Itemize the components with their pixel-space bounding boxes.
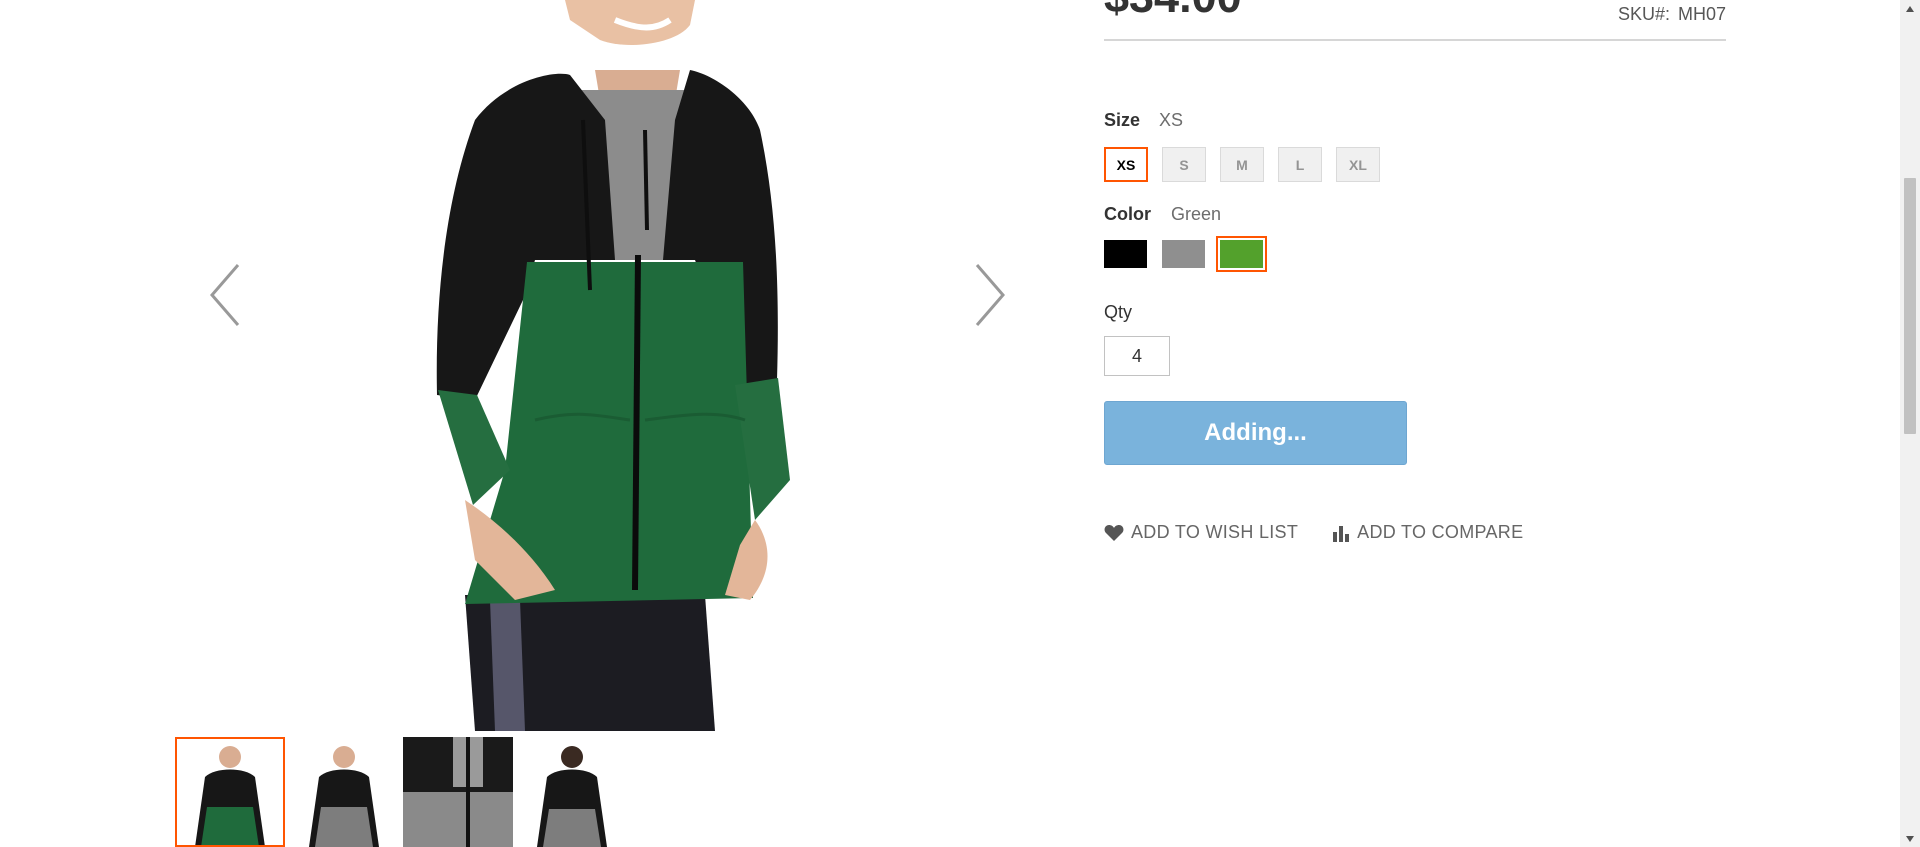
product-gallery xyxy=(175,0,1045,731)
size-option-m[interactable]: M xyxy=(1220,147,1264,182)
product-main-image[interactable] xyxy=(175,0,1045,731)
color-selected-value: Green xyxy=(1171,204,1222,224)
thumbnail-front-gray[interactable] xyxy=(289,737,399,847)
scroll-down-button[interactable] xyxy=(1900,830,1920,847)
sku-label: SKU#: xyxy=(1617,4,1670,24)
add-to-cart-button[interactable]: Adding... xyxy=(1104,401,1407,465)
scroll-up-button[interactable] xyxy=(1900,0,1920,17)
page-scrollbar[interactable] xyxy=(1900,0,1920,847)
thumbnail-back-gray[interactable] xyxy=(517,737,627,847)
add-to-compare-link[interactable]: ADD TO COMPARE xyxy=(1332,522,1523,543)
color-swatch-gray[interactable] xyxy=(1162,240,1205,268)
qty-label: Qty xyxy=(1104,302,1133,322)
chevron-left-icon xyxy=(210,264,240,326)
size-option-xl[interactable]: XL xyxy=(1336,147,1380,182)
caret-down-icon xyxy=(1906,835,1914,842)
caret-up-icon xyxy=(1906,5,1914,12)
qty-input[interactable] xyxy=(1104,336,1170,376)
heart-icon xyxy=(1104,524,1124,542)
size-option-s[interactable]: S xyxy=(1162,147,1206,182)
sku-value: MH07 xyxy=(1677,4,1726,24)
hoodie-photo xyxy=(436,0,790,731)
add-to-wishlist-link[interactable]: ADD TO WISH LIST xyxy=(1104,522,1298,543)
size-selected-value: XS xyxy=(1159,110,1184,130)
thumbnail-detail-gray[interactable] xyxy=(403,737,513,847)
wishlist-label: ADD TO WISH LIST xyxy=(1131,522,1299,542)
compare-label: ADD TO COMPARE xyxy=(1357,522,1524,542)
product-price: $34.00 xyxy=(1104,0,1242,19)
divider xyxy=(1104,39,1726,41)
thumbnail-strip xyxy=(175,737,627,847)
scrollbar-thumb[interactable] xyxy=(1904,178,1916,434)
color-swatch-black[interactable] xyxy=(1104,240,1147,268)
size-label: Size xyxy=(1104,110,1141,130)
bar-chart-icon xyxy=(1332,524,1350,542)
gallery-prev-arrow[interactable] xyxy=(200,255,250,335)
thumbnail-front-green[interactable] xyxy=(175,737,285,847)
size-option-l[interactable]: L xyxy=(1278,147,1322,182)
product-actions: ADD TO WISH LIST ADD TO COMPARE xyxy=(1104,522,1557,543)
gallery-next-arrow[interactable] xyxy=(965,255,1015,335)
size-option-xs[interactable]: XS xyxy=(1104,147,1148,182)
color-swatch-green[interactable] xyxy=(1216,236,1267,272)
color-label: Color xyxy=(1104,204,1151,224)
chevron-right-icon xyxy=(975,264,1005,326)
product-sku: SKU#: MH07 xyxy=(1618,4,1726,25)
